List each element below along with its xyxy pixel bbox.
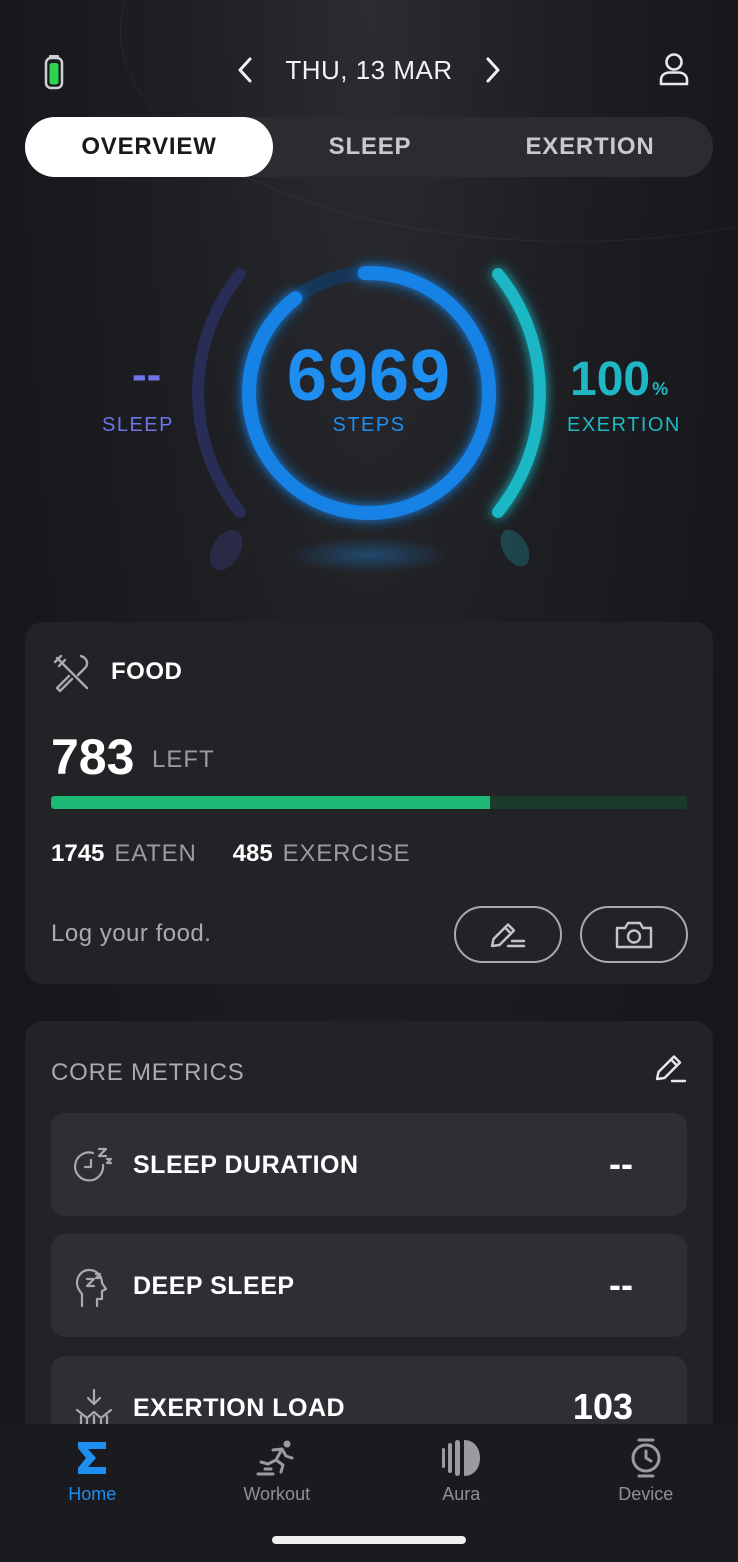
nav-label: Workout bbox=[243, 1484, 311, 1504]
cutlery-icon bbox=[51, 652, 93, 699]
exertion-label: EXERTION bbox=[567, 414, 681, 436]
chevron-left-icon[interactable] bbox=[231, 52, 259, 88]
calorie-progress-fill bbox=[51, 796, 490, 809]
core-metrics-card: CORE METRICS SLEEP DURATION -- DEEP SLEE… bbox=[25, 1021, 713, 1459]
sleep-label: SLEEP bbox=[102, 414, 174, 436]
sigma-home-icon bbox=[78, 1442, 107, 1474]
metric-label: SLEEP DURATION bbox=[133, 1151, 359, 1179]
tab-sleep[interactable]: SLEEP bbox=[273, 117, 467, 177]
metric-deep-sleep[interactable]: DEEP SLEEP -- bbox=[51, 1234, 687, 1337]
view-tabs: OVERVIEW SLEEP EXERTION bbox=[25, 117, 713, 177]
metric-label: DEEP SLEEP bbox=[133, 1272, 295, 1300]
nav-home[interactable]: Home bbox=[0, 1424, 185, 1562]
pencil-icon bbox=[490, 922, 526, 947]
header: THU, 13 MAR bbox=[0, 40, 738, 104]
metric-value: -- bbox=[609, 1143, 633, 1184]
calories-left-value: 783 bbox=[51, 729, 135, 785]
sleep-value: -- bbox=[132, 350, 162, 399]
date-label[interactable]: THU, 13 MAR bbox=[285, 55, 452, 86]
food-card[interactable]: FOOD 783 LEFT 1745 EATEN 485 EXERCISE Lo… bbox=[25, 622, 713, 984]
exertion-value: 100% bbox=[570, 353, 669, 406]
home-screen: THU, 13 MAR OVERVIEW SLEEP EXERTION 6969… bbox=[0, 0, 738, 1562]
metric-sleep-duration[interactable]: SLEEP DURATION -- bbox=[51, 1113, 687, 1216]
metric-value: 103 bbox=[572, 1386, 633, 1427]
home-indicator[interactable] bbox=[272, 1536, 466, 1544]
core-metrics-title: CORE METRICS bbox=[51, 1059, 245, 1086]
nav-label: Home bbox=[68, 1484, 117, 1504]
calorie-progress-bar bbox=[51, 796, 687, 809]
eaten-label: EATEN bbox=[114, 840, 197, 867]
camera-icon bbox=[615, 921, 653, 948]
calories-left-label: LEFT bbox=[152, 746, 215, 773]
metric-value: -- bbox=[609, 1264, 633, 1305]
nav-label: Aura bbox=[442, 1484, 481, 1504]
deep-sleep-icon bbox=[73, 1266, 115, 1315]
calorie-stats: 1745 EATEN 485 EXERCISE bbox=[51, 840, 436, 868]
log-food-camera-button[interactable] bbox=[580, 906, 688, 963]
eaten-value: 1745 bbox=[51, 840, 105, 867]
nav-label: Device bbox=[618, 1484, 674, 1504]
chevron-right-icon[interactable] bbox=[479, 52, 507, 88]
activity-rings[interactable]: 6969 STEPS -- SLEEP 100% EXERTION bbox=[0, 250, 738, 590]
edit-metrics-pencil-icon[interactable] bbox=[653, 1051, 687, 1090]
food-title: FOOD bbox=[111, 658, 183, 685]
exercise-value: 485 bbox=[232, 840, 273, 867]
log-food-prompt: Log your food. bbox=[51, 920, 212, 947]
tab-exertion[interactable]: EXERTION bbox=[467, 117, 713, 177]
log-food-manual-button[interactable] bbox=[454, 906, 562, 963]
tab-overview[interactable]: OVERVIEW bbox=[25, 117, 273, 177]
metric-label: EXERTION LOAD bbox=[133, 1394, 346, 1422]
profile-icon[interactable] bbox=[658, 52, 690, 91]
exercise-label: EXERCISE bbox=[282, 840, 411, 867]
date-navigator: THU, 13 MAR bbox=[0, 52, 738, 88]
sleep-clock-icon bbox=[73, 1145, 115, 1192]
aura-icon bbox=[442, 1440, 481, 1476]
nav-device[interactable]: Device bbox=[554, 1424, 738, 1562]
watch-icon bbox=[631, 1438, 661, 1478]
workout-runner-icon bbox=[256, 1440, 294, 1476]
